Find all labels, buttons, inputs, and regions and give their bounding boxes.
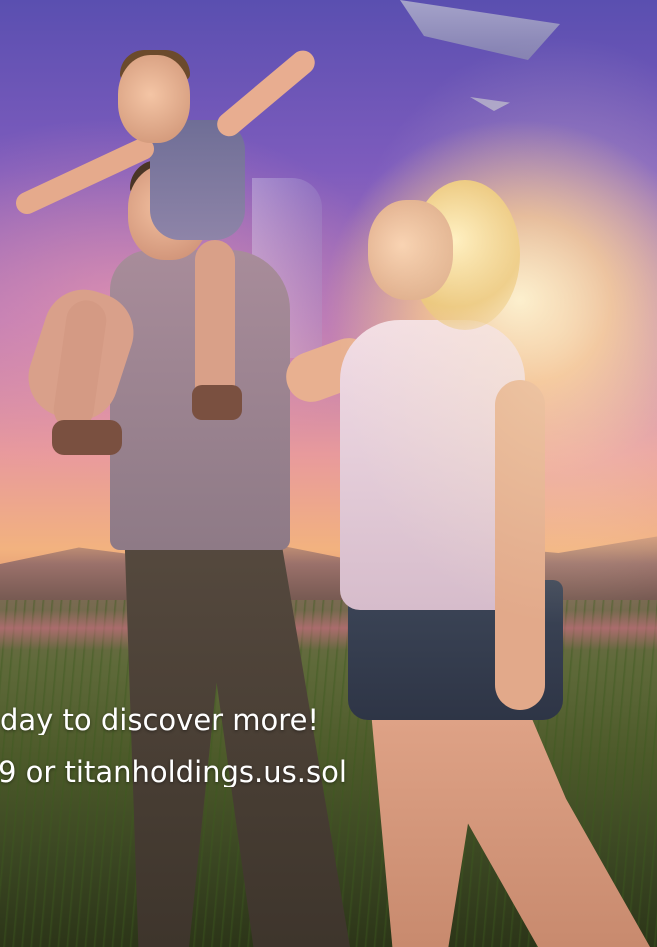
- caption-line-1: day to discover more!: [0, 706, 320, 735]
- boy-shoe-right: [192, 385, 242, 420]
- hero-photo: day to discover more! 9 or titanholdings…: [0, 0, 657, 947]
- woman-arm-right: [495, 380, 545, 710]
- woman-head: [368, 200, 453, 300]
- boy-shoe-left: [52, 420, 122, 455]
- caption-line-2: 9 or titanholdings.us.sol: [0, 758, 347, 787]
- boy-head: [118, 55, 190, 143]
